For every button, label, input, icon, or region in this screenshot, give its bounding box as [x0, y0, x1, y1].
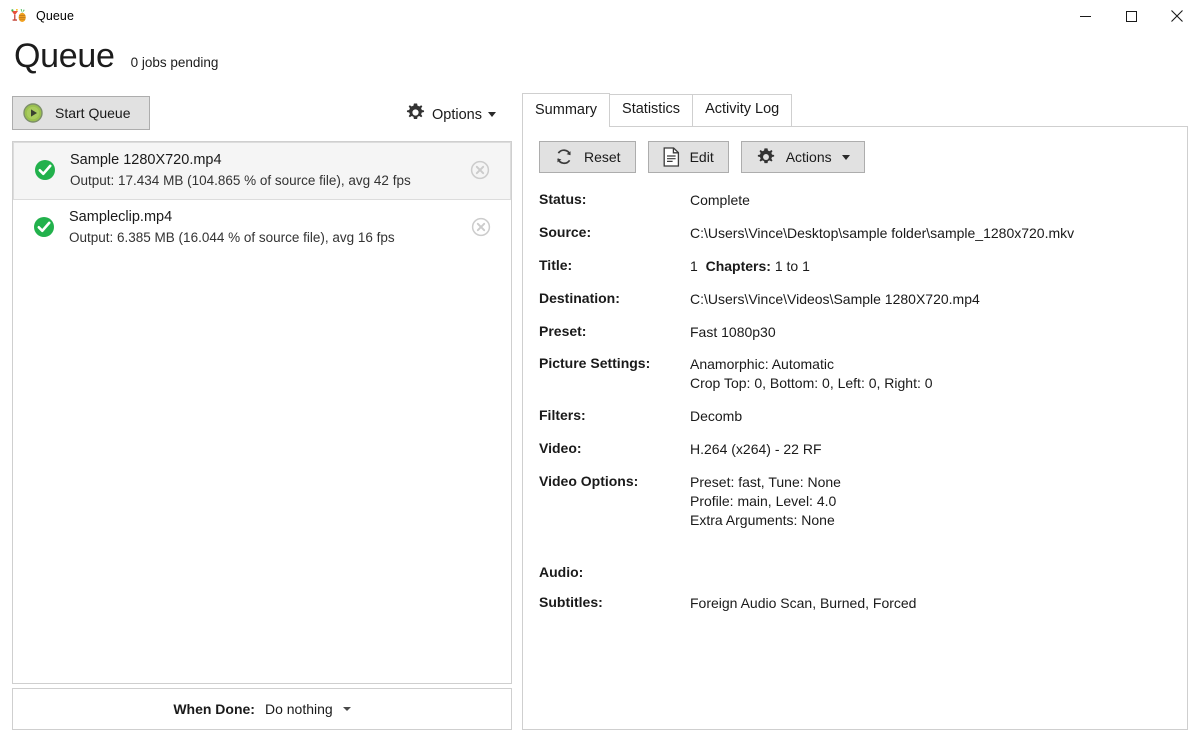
jobs-pending-status: 0 jobs pending [131, 55, 219, 70]
preset-value: Fast 1080p30 [690, 323, 1171, 356]
tab-activity-log[interactable]: Activity Log [692, 94, 792, 126]
chevron-down-icon [343, 707, 351, 711]
picture-settings-label: Picture Settings: [539, 355, 690, 407]
main-content: Start Queue Options [0, 96, 1200, 739]
page-title: Queue [14, 38, 115, 75]
picture-settings-value: Anamorphic: Automatic Crop Top: 0, Botto… [690, 355, 1171, 407]
source-value: C:\Users\Vince\Desktop\sample folder\sam… [690, 224, 1171, 257]
video-label: Video: [539, 440, 690, 473]
queue-item-detail: Output: 17.434 MB (104.865 % of source f… [70, 173, 456, 188]
tab-summary[interactable]: Summary [522, 93, 610, 127]
summary-row-subtitles: Subtitles: Foreign Audio Scan, Burned, F… [539, 594, 1171, 627]
picture-settings-line-1: Anamorphic: Automatic [690, 355, 1171, 374]
video-options-line-1: Preset: fast, Tune: None [690, 473, 1171, 492]
video-options-label: Video Options: [539, 473, 690, 564]
tab-strip: Summary Statistics Activity Log [522, 96, 1188, 126]
options-dropdown[interactable]: Options [405, 102, 512, 127]
summary-row-status: Status: Complete [539, 191, 1171, 224]
when-done-label: When Done: [173, 701, 255, 717]
title-label: Title: [539, 257, 690, 290]
filters-label: Filters: [539, 407, 690, 440]
filters-value: Decomb [690, 407, 1171, 440]
summary-row-video: Video: H.264 (x264) - 22 RF [539, 440, 1171, 473]
actions-label: Actions [786, 149, 832, 165]
queue-list-item[interactable]: Sample 1280X720.mp4 Output: 17.434 MB (1… [13, 142, 511, 200]
close-icon[interactable] [1154, 0, 1200, 32]
destination-value: C:\Users\Vince\Videos\Sample 1280X720.mp… [690, 290, 1171, 323]
title-bar: Queue [0, 0, 1200, 32]
video-options-line-3: Extra Arguments: None [690, 511, 1171, 530]
summary-table: Status: Complete Source: C:\Users\Vince\… [539, 191, 1171, 627]
window-controls [1062, 0, 1200, 32]
chapters-label: Chapters: [706, 258, 771, 274]
minimize-icon[interactable] [1062, 0, 1108, 32]
when-done-dropdown[interactable]: Do nothing [265, 701, 351, 717]
options-label: Options [432, 107, 482, 123]
queue-panel: Start Queue Options [12, 96, 512, 730]
summary-row-filters: Filters: Decomb [539, 407, 1171, 440]
summary-row-destination: Destination: C:\Users\Vince\Videos\Sampl… [539, 290, 1171, 323]
destination-label: Destination: [539, 290, 690, 323]
picture-settings-line-2: Crop Top: 0, Bottom: 0, Left: 0, Right: … [690, 374, 1171, 393]
gear-icon [756, 147, 776, 167]
refresh-icon [554, 147, 574, 167]
page-header: Queue 0 jobs pending [0, 32, 1200, 75]
video-options-line-2: Profile: main, Level: 4.0 [690, 492, 1171, 511]
handbrake-cocktail-icon [10, 7, 28, 25]
status-label: Status: [539, 191, 690, 224]
queue-toolbar: Start Queue Options [12, 96, 512, 136]
source-label: Source: [539, 224, 690, 257]
detail-panel: Summary Statistics Activity Log Reset [522, 96, 1188, 730]
summary-row-title: Title: 1 Chapters: 1 to 1 [539, 257, 1171, 290]
actions-button[interactable]: Actions [741, 141, 865, 173]
queue-item-text: Sample 1280X720.mp4 Output: 17.434 MB (1… [70, 152, 456, 188]
circle-x-icon[interactable] [471, 217, 491, 237]
summary-action-buttons: Reset Edit [539, 141, 1171, 173]
green-check-icon [33, 216, 55, 238]
when-done-bar: When Done: Do nothing [12, 688, 512, 730]
audio-value [690, 564, 1171, 594]
document-icon [663, 147, 680, 167]
gear-icon [405, 102, 426, 127]
subtitles-label: Subtitles: [539, 594, 690, 627]
summary-row-video-options: Video Options: Preset: fast, Tune: None … [539, 473, 1171, 564]
summary-row-preset: Preset: Fast 1080p30 [539, 323, 1171, 356]
video-options-value: Preset: fast, Tune: None Profile: main, … [690, 473, 1171, 564]
queue-item-detail: Output: 6.385 MB (16.044 % of source fil… [69, 230, 457, 245]
queue-item-title: Sample 1280X720.mp4 [70, 152, 456, 168]
queue-item-title: Sampleclip.mp4 [69, 209, 457, 225]
green-check-icon [34, 159, 56, 181]
chevron-down-icon [488, 112, 496, 117]
subtitles-value: Foreign Audio Scan, Burned, Forced [690, 594, 1171, 627]
summary-tab-panel: Reset Edit [522, 126, 1188, 730]
summary-row-picture-settings: Picture Settings: Anamorphic: Automatic … [539, 355, 1171, 407]
start-queue-label: Start Queue [55, 105, 131, 121]
edit-button[interactable]: Edit [648, 141, 729, 173]
preset-label: Preset: [539, 323, 690, 356]
title-value: 1 Chapters: 1 to 1 [690, 257, 1171, 290]
start-queue-button[interactable]: Start Queue [12, 96, 150, 130]
window-title: Queue [36, 9, 74, 23]
title-bar-left: Queue [0, 7, 74, 25]
reset-label: Reset [584, 149, 621, 165]
maximize-icon[interactable] [1108, 0, 1154, 32]
play-circle-icon [23, 103, 43, 123]
queue-item-text: Sampleclip.mp4 Output: 6.385 MB (16.044 … [69, 209, 457, 245]
title-number: 1 [690, 258, 698, 274]
summary-row-source: Source: C:\Users\Vince\Desktop\sample fo… [539, 224, 1171, 257]
audio-label: Audio: [539, 564, 690, 594]
chevron-down-icon [842, 155, 850, 160]
queue-list-item[interactable]: Sampleclip.mp4 Output: 6.385 MB (16.044 … [13, 200, 511, 256]
edit-label: Edit [690, 149, 714, 165]
queue-list[interactable]: Sample 1280X720.mp4 Output: 17.434 MB (1… [12, 141, 512, 684]
chapters-value: 1 to 1 [775, 258, 810, 274]
status-value: Complete [690, 191, 1171, 224]
video-value: H.264 (x264) - 22 RF [690, 440, 1171, 473]
summary-row-audio: Audio: [539, 564, 1171, 594]
reset-button[interactable]: Reset [539, 141, 636, 173]
circle-x-icon[interactable] [470, 160, 490, 180]
tab-statistics[interactable]: Statistics [609, 94, 693, 126]
when-done-value: Do nothing [265, 701, 333, 717]
